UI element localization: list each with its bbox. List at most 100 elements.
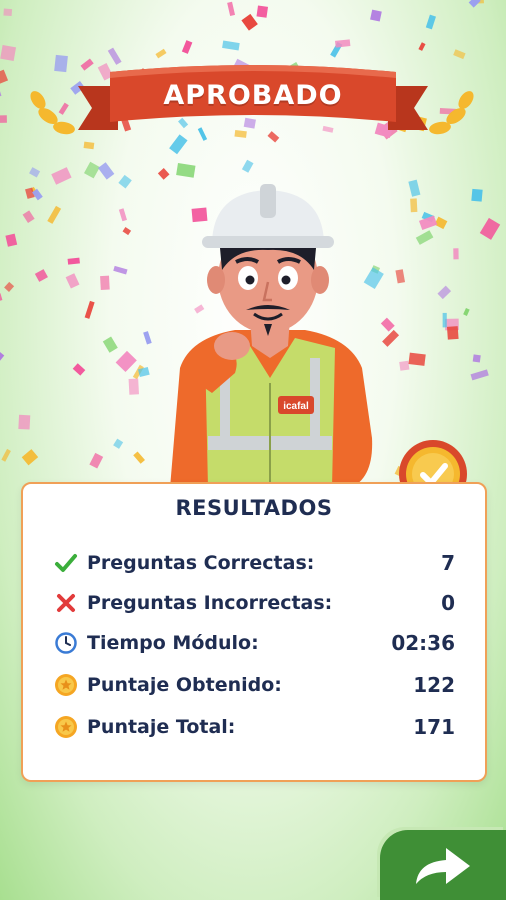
- confetti-piece: [256, 5, 269, 18]
- confetti-piece: [1, 448, 11, 462]
- confetti-piece: [65, 273, 80, 289]
- confetti-piece: [471, 188, 483, 202]
- confetti-piece: [0, 348, 5, 365]
- confetti-piece: [5, 233, 18, 247]
- banner-title: APROBADO: [163, 79, 343, 111]
- confetti-piece: [437, 285, 452, 300]
- worker-illustration: icafal: [170, 184, 373, 488]
- confetti-piece: [410, 198, 418, 213]
- result-row-correct: Preguntas Correctas: 7: [53, 546, 455, 580]
- confetti-piece: [89, 452, 104, 469]
- confetti-piece: [132, 364, 144, 380]
- confetti-piece: [408, 352, 426, 366]
- confetti-piece: [418, 42, 426, 51]
- confetti-piece: [181, 40, 193, 54]
- confetti-piece: [128, 378, 139, 395]
- confetti-piece: [133, 451, 145, 464]
- confetti-piece: [434, 216, 448, 230]
- confetti-piece: [32, 188, 43, 201]
- confetti-piece: [0, 90, 2, 100]
- result-label: Puntaje Obtenido:: [87, 674, 282, 696]
- confetti-piece: [84, 300, 95, 319]
- confetti-piece: [83, 141, 95, 150]
- confetti-piece: [415, 230, 434, 245]
- result-value: 171: [413, 715, 455, 739]
- vest-logo-text: icafal: [283, 401, 309, 412]
- result-row-incorrect: Preguntas Incorrectas: 0: [53, 586, 455, 620]
- confetti-piece: [408, 179, 421, 197]
- confetti-piece: [453, 49, 466, 60]
- result-label: Preguntas Correctas:: [87, 552, 315, 574]
- results-title: RESULTADOS: [175, 496, 333, 520]
- confetti-piece: [113, 438, 124, 449]
- confetti-piece: [47, 205, 62, 224]
- confetti-piece: [446, 326, 459, 340]
- result-label: Puntaje Total:: [87, 716, 236, 738]
- confetti-piece: [444, 318, 459, 331]
- confetti-piece: [34, 269, 48, 282]
- confetti-piece: [176, 163, 196, 178]
- confetti-piece: [473, 0, 484, 4]
- arrow-right-icon: [416, 848, 470, 884]
- star-coin-icon: [53, 714, 79, 740]
- confetti-piece: [470, 369, 489, 381]
- confetti-piece: [395, 269, 406, 284]
- results-card: RESULTADOS Preguntas Correctas: 7 Pregun…: [21, 482, 487, 782]
- confetti-piece: [137, 366, 150, 378]
- confetti-piece: [0, 115, 7, 123]
- result-value: 7: [441, 551, 455, 575]
- confetti-piece: [421, 211, 435, 223]
- confetti-piece: [72, 363, 86, 376]
- confetti-piece: [29, 167, 41, 178]
- confetti-piece: [241, 159, 254, 173]
- confetti-piece: [442, 312, 447, 328]
- confetti-piece: [102, 336, 118, 353]
- confetti-piece: [453, 248, 459, 260]
- next-button[interactable]: [380, 830, 506, 900]
- confetti-piece: [118, 208, 127, 222]
- confetti-piece: [222, 40, 240, 51]
- result-row-score: Puntaje Obtenido: 122: [53, 668, 455, 702]
- result-row-total: Puntaje Total: 171: [53, 710, 455, 744]
- confetti-piece: [100, 275, 110, 291]
- laurel-left-icon: [30, 91, 75, 135]
- confetti-piece: [97, 162, 115, 180]
- confetti-piece: [463, 308, 470, 316]
- confetti-piece: [21, 449, 39, 466]
- confetti-piece: [227, 1, 236, 16]
- confetti-piece: [122, 226, 132, 236]
- confetti-piece: [18, 414, 31, 430]
- clock-icon: [53, 630, 79, 656]
- confetti-piece: [425, 14, 436, 30]
- cross-icon: [53, 590, 79, 616]
- confetti-piece: [0, 69, 9, 87]
- check-icon: [53, 550, 79, 576]
- confetti-piece: [241, 13, 258, 31]
- confetti-piece: [83, 161, 100, 179]
- confetti-piece: [334, 39, 351, 48]
- result-label: Tiempo Módulo:: [87, 632, 259, 654]
- confetti-piece: [67, 257, 80, 265]
- confetti-piece: [472, 354, 481, 363]
- confetti-piece: [118, 174, 132, 189]
- confetti-piece: [3, 8, 13, 17]
- result-value: 0: [441, 591, 455, 615]
- confetti-piece: [0, 45, 17, 61]
- result-label: Preguntas Incorrectas:: [87, 592, 333, 614]
- confetti-piece: [113, 265, 128, 275]
- confetti-piece: [370, 9, 382, 22]
- confetti-piece: [155, 48, 167, 59]
- confetti-piece: [399, 360, 410, 371]
- confetti-piece: [54, 54, 68, 73]
- confetti-piece: [22, 210, 35, 224]
- confetti-piece: [330, 41, 343, 58]
- confetti-piece: [115, 350, 137, 373]
- star-coin-icon: [53, 672, 79, 698]
- confetti-piece: [51, 167, 72, 185]
- laurel-right-icon: [429, 91, 474, 135]
- result-value: 02:36: [391, 631, 455, 655]
- confetti-piece: [0, 293, 3, 303]
- confetti-piece: [107, 47, 122, 65]
- confetti-piece: [4, 281, 15, 292]
- confetti-piece: [479, 217, 501, 240]
